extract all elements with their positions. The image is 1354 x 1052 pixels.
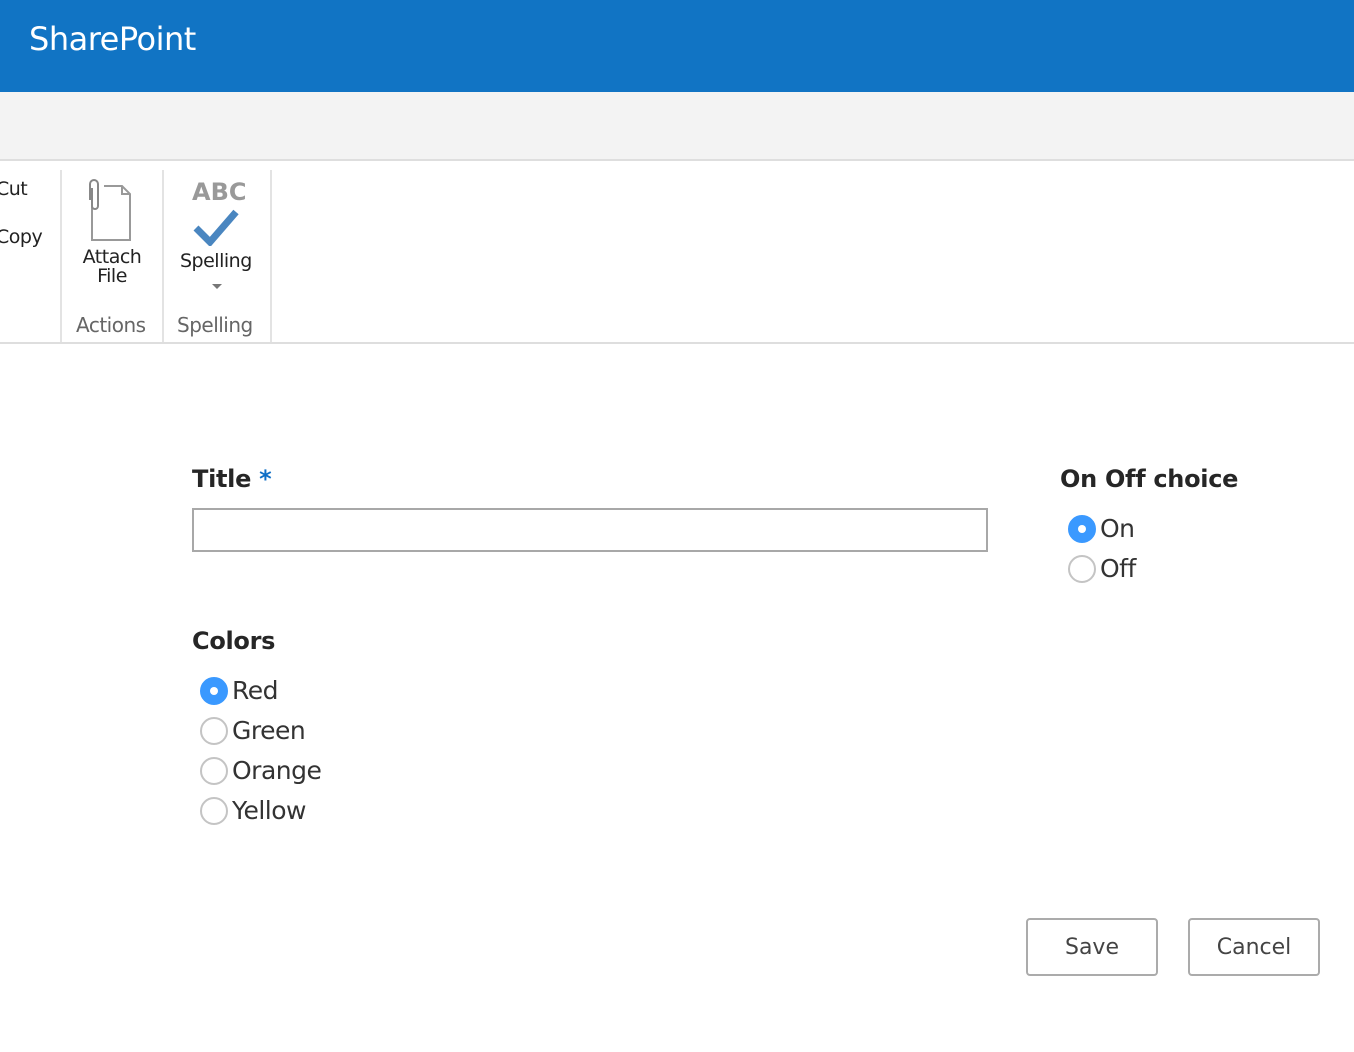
option-label: Off: [1100, 554, 1136, 583]
attach-label-2: File: [97, 265, 127, 287]
option-label: Red: [232, 676, 279, 705]
spelling-label: Spelling: [180, 250, 252, 272]
spelling-group-label: Spelling: [177, 313, 253, 337]
app-title[interactable]: SharePoint: [29, 20, 196, 58]
radio-selected[interactable]: [1068, 514, 1096, 543]
title-label-text: Title: [192, 465, 252, 493]
spelling-button[interactable]: ABC Spelling: [170, 172, 266, 297]
title-label: Title *: [192, 465, 272, 493]
attach-file-button[interactable]: Attach File: [66, 172, 160, 297]
save-button[interactable]: Save: [1026, 918, 1158, 976]
onoff-option-on[interactable]: On: [1068, 514, 1135, 543]
option-label: On: [1100, 514, 1135, 543]
color-option-green[interactable]: Green: [200, 716, 306, 745]
radio[interactable]: [200, 716, 228, 745]
copy-button[interactable]: Copy: [0, 226, 43, 248]
checkmark-icon: [193, 209, 239, 246]
option-label: Yellow: [232, 796, 306, 825]
color-option-orange[interactable]: Orange: [200, 756, 322, 785]
suite-bar: SharePoint: [0, 0, 1354, 92]
color-option-red[interactable]: Red: [200, 676, 279, 705]
cut-button[interactable]: Cut: [0, 178, 28, 200]
radio[interactable]: [1068, 554, 1096, 583]
abc-icon-text: ABC: [192, 178, 247, 206]
cancel-button[interactable]: Cancel: [1188, 918, 1320, 976]
ribbon-divider: [60, 170, 62, 342]
option-label: Green: [232, 716, 306, 745]
radio[interactable]: [200, 796, 228, 825]
ribbon-divider: [162, 170, 164, 342]
title-input[interactable]: [192, 508, 988, 552]
onoff-option-off[interactable]: Off: [1068, 554, 1136, 583]
ribbon-divider: [270, 170, 272, 342]
dropdown-arrow-icon: [212, 284, 222, 289]
colors-label: Colors: [192, 627, 276, 655]
attach-file-icon: [89, 179, 131, 241]
actions-group-label: Actions: [76, 313, 146, 337]
color-option-yellow[interactable]: Yellow: [200, 796, 306, 825]
radio-selected[interactable]: [200, 676, 228, 705]
onoff-label: On Off choice: [1060, 465, 1239, 493]
required-marker: *: [259, 465, 272, 493]
option-label: Orange: [232, 756, 322, 785]
radio[interactable]: [200, 756, 228, 785]
ribbon-tabs-bar: [0, 92, 1354, 161]
